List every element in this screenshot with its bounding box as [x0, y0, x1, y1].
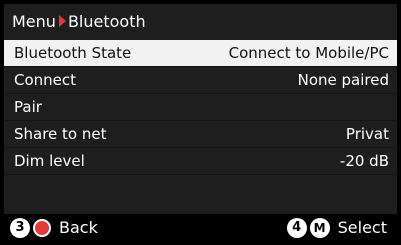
menu-item-label: Bluetooth State — [14, 44, 132, 62]
device-screen: Menu Bluetooth Bluetooth State Connect t… — [4, 4, 397, 241]
breadcrumb-separator-icon — [58, 15, 66, 27]
menu-item-pair[interactable]: Pair — [4, 94, 397, 121]
key-3-icon: 3 — [10, 217, 30, 238]
menu-item-dim-level[interactable]: Dim level -20 dB — [4, 148, 397, 175]
back-label: Back — [59, 218, 98, 237]
breadcrumb-current: Bluetooth — [67, 11, 146, 31]
select-button[interactable]: 4 M Select — [286, 217, 387, 238]
back-button[interactable]: 3 Back — [10, 217, 98, 238]
menu-item-connect[interactable]: Connect None paired — [4, 67, 397, 94]
red-circle-icon — [33, 218, 51, 237]
menu-item-value: -20 dB — [339, 152, 389, 170]
breadcrumb-root[interactable]: Menu — [12, 12, 56, 31]
menu-list: Bluetooth State Connect to Mobile/PC Con… — [4, 40, 397, 175]
select-label: Select — [337, 218, 387, 237]
menu-item-value: Privat — [345, 125, 389, 143]
menu-item-label: Pair — [14, 98, 42, 116]
breadcrumb: Menu Bluetooth — [4, 4, 397, 38]
menu-item-value: Connect to Mobile/PC — [228, 44, 389, 62]
menu-item-share-to-net[interactable]: Share to net Privat — [4, 121, 397, 148]
menu-item-bluetooth-state[interactable]: Bluetooth State Connect to Mobile/PC — [4, 40, 397, 67]
key-4-icon: 4 — [286, 217, 307, 238]
menu-item-value: None paired — [297, 71, 389, 89]
m-key-icon: M — [309, 217, 330, 238]
menu-item-label: Share to net — [14, 125, 107, 143]
softkey-bar: 3 Back 4 M Select — [4, 214, 397, 241]
menu-item-label: Connect — [14, 71, 77, 89]
menu-item-label: Dim level — [14, 152, 85, 170]
